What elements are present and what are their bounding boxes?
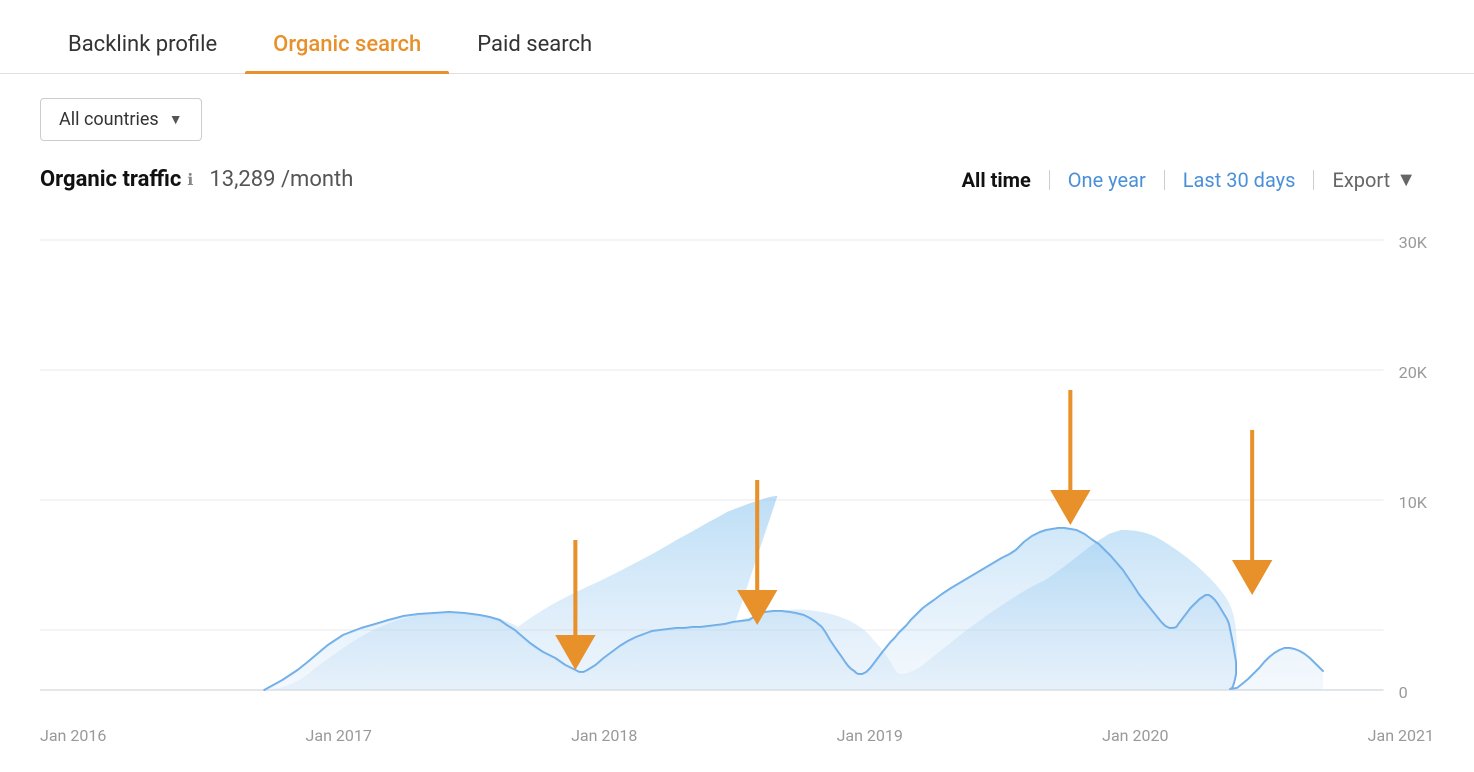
export-button[interactable]: Export ▼ xyxy=(1314,167,1434,192)
country-label: All countries xyxy=(59,109,159,130)
export-label: Export xyxy=(1332,168,1390,192)
y-label-20k: 20K xyxy=(1399,363,1428,382)
tab-organic-search[interactable]: Organic search xyxy=(245,18,449,73)
chart-title: Organic traffic xyxy=(40,167,181,192)
arrow-3 xyxy=(1050,390,1090,525)
tab-bar: Backlink profile Organic search Paid sea… xyxy=(0,0,1474,74)
ctrl-all-time[interactable]: All time xyxy=(944,168,1049,192)
y-label-10k: 10K xyxy=(1399,493,1428,512)
country-dropdown[interactable]: All countries ▼ xyxy=(40,98,202,141)
y-label-0: 0 xyxy=(1399,683,1408,702)
chevron-down-icon: ▼ xyxy=(169,111,183,128)
arrow-4 xyxy=(1232,430,1272,595)
chart-svg: 30K 20K 10K 0 xyxy=(40,200,1434,730)
ctrl-last-30[interactable]: Last 30 days xyxy=(1165,168,1314,192)
ctrl-one-year[interactable]: One year xyxy=(1050,168,1164,192)
chart-header: Organic traffic ℹ 13,289 /month All time… xyxy=(0,157,1474,192)
export-arrow-icon: ▼ xyxy=(1396,167,1416,192)
chart-area: 30K 20K 10K 0 xyxy=(40,200,1434,730)
tab-backlink-profile[interactable]: Backlink profile xyxy=(40,18,245,73)
chart-value: 13,289 /month xyxy=(209,167,353,192)
y-label-30k: 30K xyxy=(1399,233,1428,252)
tab-paid-search[interactable]: Paid search xyxy=(449,18,620,73)
chart-controls: All time One year Last 30 days Export ▼ xyxy=(944,167,1434,192)
filters-bar: All countries ▼ xyxy=(0,74,1474,157)
info-icon[interactable]: ℹ xyxy=(187,170,193,189)
